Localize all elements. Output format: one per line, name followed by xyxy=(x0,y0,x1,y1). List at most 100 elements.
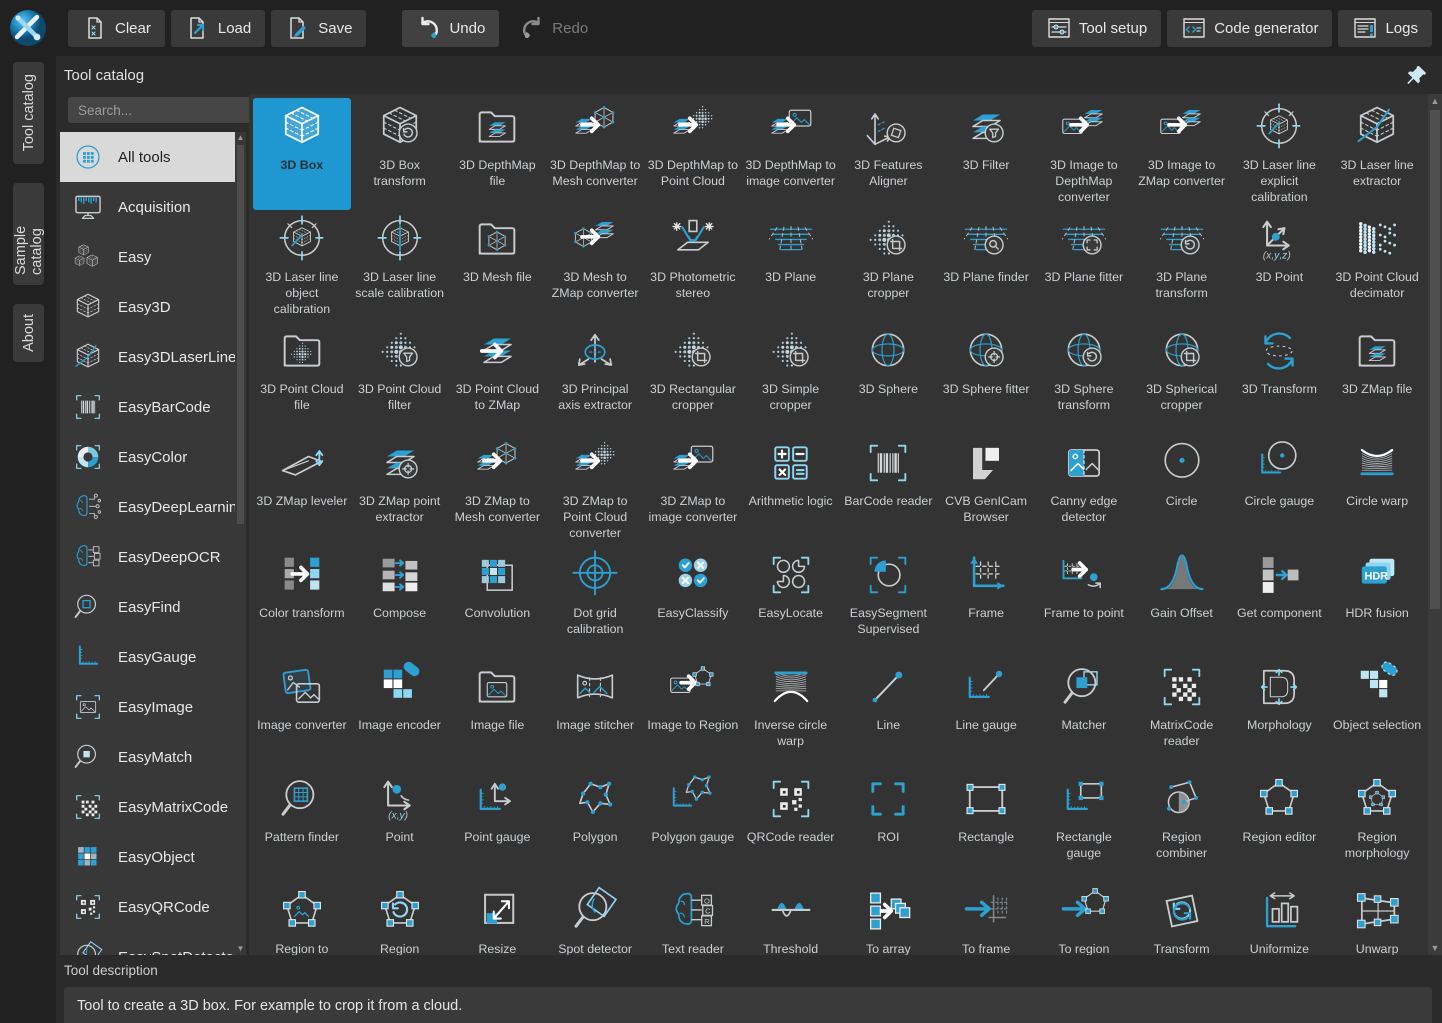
save-button[interactable]: Save xyxy=(271,10,366,47)
tool-tile-frame-to-point[interactable]: Frame to point xyxy=(1035,546,1133,658)
sidebar-item-easydeeplearning[interactable]: EasyDeepLearning xyxy=(60,482,246,532)
sidebar-item-easy3d[interactable]: Easy3D xyxy=(60,282,246,332)
tool-tile-barcode-reader[interactable]: BarCode reader xyxy=(840,434,938,546)
sidebar-item-all-tools[interactable]: All tools xyxy=(60,132,246,182)
tool-tile-canny-edge-detector[interactable]: Canny edge detector xyxy=(1035,434,1133,546)
tool-tile-spot-detector[interactable]: Spot detector xyxy=(546,882,644,955)
sidebar-item-easymatrixcode[interactable]: EasyMatrixCode xyxy=(60,782,246,832)
tool-tile-image-to-region[interactable]: Image to Region xyxy=(644,658,742,770)
tool-tile-3d-spherical-cropper[interactable]: 3D Spherical cropper xyxy=(1133,322,1231,434)
tool-tile-3d-photometric-stereo[interactable]: 3D Photometric stereo xyxy=(644,210,742,322)
pin-icon[interactable] xyxy=(1406,64,1428,86)
search-input[interactable] xyxy=(68,97,265,123)
tool-tile-circle[interactable]: Circle xyxy=(1133,434,1231,546)
tab-about[interactable]: About xyxy=(13,304,44,362)
tool-tile-3d-box[interactable]: 3D Box xyxy=(253,98,351,210)
tool-tile-rectangle-gauge[interactable]: Rectangle gauge xyxy=(1035,770,1133,882)
tool-tile-3d-mesh-file[interactable]: 3D Mesh file xyxy=(449,210,547,322)
tool-tile-easyclassify[interactable]: EasyClassify xyxy=(644,546,742,658)
tool-tile-circle-gauge[interactable]: Circle gauge xyxy=(1231,434,1329,546)
tool-tile-3d-laser-line-object-calibration[interactable]: 3D Laser line object calibration xyxy=(253,210,351,322)
tool-tile-polygon[interactable]: Polygon xyxy=(546,770,644,882)
tool-tile-convolution[interactable]: Convolution xyxy=(449,546,547,658)
sidebar-scroll-thumb[interactable] xyxy=(237,145,244,524)
tool-tile-3d-image-to-depthmap-converter[interactable]: 3D Image to DepthMap converter xyxy=(1035,98,1133,210)
tool-tile-point-gauge[interactable]: Point gauge xyxy=(449,770,547,882)
tool-tile-3d-features-aligner[interactable]: 3D Features Aligner xyxy=(840,98,938,210)
tool-tile-3d-point-cloud-decimator[interactable]: 3D Point Cloud decimator xyxy=(1328,210,1426,322)
tool-tile-image-converter[interactable]: Image converter xyxy=(253,658,351,770)
tool-tile-3d-sphere-transform[interactable]: 3D Sphere transform xyxy=(1035,322,1133,434)
sidebar-item-easyfind[interactable]: EasyFind xyxy=(60,582,246,632)
undo-button[interactable]: Undo xyxy=(402,10,499,47)
tool-tile-color-transform[interactable]: Color transform xyxy=(253,546,351,658)
sidebar-item-easymatch[interactable]: EasyMatch xyxy=(60,732,246,782)
tool-tile-uniformize[interactable]: Uniformize xyxy=(1231,882,1329,955)
tool-tile-3d-sphere-fitter[interactable]: 3D Sphere fitter xyxy=(937,322,1035,434)
tool-tile-region-morphology[interactable]: Region morphology xyxy=(1328,770,1426,882)
tool-tile-3d-plane[interactable]: 3D Plane xyxy=(742,210,840,322)
tool-tile-line[interactable]: Line xyxy=(840,658,938,770)
tab-tool-catalog[interactable]: Tool catalog xyxy=(13,62,44,164)
tool-tile-compose[interactable]: Compose xyxy=(351,546,449,658)
tool-tile-3d-mesh-to-zmap-converter[interactable]: 3D Mesh to ZMap converter xyxy=(546,210,644,322)
tool-tile-cvb-genicam-browser[interactable]: CVB GenICam Browser xyxy=(937,434,1035,546)
tool-tile-qrcode-reader[interactable]: QRCode reader xyxy=(742,770,840,882)
tab-sample-catalog[interactable]: Sample catalog xyxy=(13,183,44,285)
tool-tile-image-encoder[interactable]: Image encoder xyxy=(351,658,449,770)
tool-tile-image-file[interactable]: Image file xyxy=(449,658,547,770)
tool-tile-arithmetic-logic[interactable]: Arithmetic logic xyxy=(742,434,840,546)
tool-tile-object-selection[interactable]: Object selection xyxy=(1328,658,1426,770)
tool-tile-pattern-finder[interactable]: Pattern finder xyxy=(253,770,351,882)
sidebar-scrollbar[interactable]: ▲ ▼ xyxy=(235,132,246,955)
tool-tile-matcher[interactable]: Matcher xyxy=(1035,658,1133,770)
tool-tile-3d-point-cloud-filter[interactable]: 3D Point Cloud filter xyxy=(351,322,449,434)
tool-tile-3d-zmap-file[interactable]: 3D ZMap file xyxy=(1328,322,1426,434)
grid-scrollbar[interactable]: ▲ ▼ xyxy=(1428,94,1442,955)
tool-tile-3d-depthmap-to-mesh-converter[interactable]: 3D DepthMap to Mesh converter xyxy=(546,98,644,210)
tool-tile-image-stitcher[interactable]: Image stitcher xyxy=(546,658,644,770)
tool-tile-point[interactable]: (x,y)Point xyxy=(351,770,449,882)
tool-tile-3d-zmap-point-extractor[interactable]: 3D ZMap point extractor xyxy=(351,434,449,546)
tool-tile-3d-laser-line-scale-calibration[interactable]: 3D Laser line scale calibration xyxy=(351,210,449,322)
tool-tile-morphology[interactable]: Morphology xyxy=(1231,658,1329,770)
sidebar-item-easyobject[interactable]: EasyObject xyxy=(60,832,246,882)
tool-tile-rectangle[interactable]: Rectangle xyxy=(937,770,1035,882)
tool-tile-3d-point-cloud-file[interactable]: 3D Point Cloud file xyxy=(253,322,351,434)
tool-tile-line-gauge[interactable]: Line gauge xyxy=(937,658,1035,770)
redo-button[interactable]: Redo xyxy=(505,10,602,47)
tool-tile-3d-point[interactable]: (x,y,z)3D Point xyxy=(1231,210,1329,322)
clear-button[interactable]: Clear xyxy=(68,10,165,47)
tool-tile-3d-principal-axis-extractor[interactable]: 3D Principal axis extractor xyxy=(546,322,644,434)
tool-tile-3d-plane-fitter[interactable]: 3D Plane fitter xyxy=(1035,210,1133,322)
tool-tile-transform[interactable]: Transform xyxy=(1133,882,1231,955)
sidebar-item-easygauge[interactable]: EasyGauge xyxy=(60,632,246,682)
tool-tile-get-component[interactable]: Get component xyxy=(1231,546,1329,658)
grid-scroll-down-icon[interactable]: ▼ xyxy=(1428,941,1442,955)
tool-tile-easysegment-supervised[interactable]: EasySegment Supervised xyxy=(840,546,938,658)
sidebar-item-easycolor[interactable]: EasyColor xyxy=(60,432,246,482)
tool-tile-3d-depthmap-to-image-converter[interactable]: 3D DepthMap to image converter xyxy=(742,98,840,210)
tool-tile-3d-image-to-zmap-converter[interactable]: 3D Image to ZMap converter xyxy=(1133,98,1231,210)
scroll-down-icon[interactable]: ▼ xyxy=(235,943,246,955)
tool-tile-3d-zmap-leveler[interactable]: 3D ZMap leveler xyxy=(253,434,351,546)
code-generator-button[interactable]: Code generator xyxy=(1167,10,1332,47)
tool-tile-circle-warp[interactable]: Circle warp xyxy=(1328,434,1426,546)
tool-tile-3d-transform[interactable]: 3D Transform xyxy=(1231,322,1329,434)
tool-tile-3d-zmap-to-mesh-converter[interactable]: 3D ZMap to Mesh converter xyxy=(449,434,547,546)
tool-tile-3d-sphere[interactable]: 3D Sphere xyxy=(840,322,938,434)
tool-tile-dot-grid-calibration[interactable]: Dot grid calibration xyxy=(546,546,644,658)
sidebar-item-easyspotdetector[interactable]: EasySpotDetector xyxy=(60,932,246,955)
logs-button[interactable]: Logs xyxy=(1338,10,1432,47)
tool-tile-3d-depthmap-to-point-cloud[interactable]: 3D DepthMap to Point Cloud xyxy=(644,98,742,210)
tool-tile-3d-plane-cropper[interactable]: 3D Plane cropper xyxy=(840,210,938,322)
tool-tile-roi[interactable]: ROI xyxy=(840,770,938,882)
grid-scroll-thumb[interactable] xyxy=(1430,110,1440,609)
sidebar-item-acquisition[interactable]: Acquisition xyxy=(60,182,246,232)
tool-tile-text-reader[interactable]: OCRText reader xyxy=(644,882,742,955)
tool-tile-inverse-circle-warp[interactable]: Inverse circle warp xyxy=(742,658,840,770)
tool-tile-region[interactable]: Region xyxy=(351,882,449,955)
tool-tile-unwarp[interactable]: Unwarp xyxy=(1328,882,1426,955)
tool-tile-3d-depthmap-file[interactable]: 3D DepthMap file xyxy=(449,98,547,210)
tool-tile-3d-rectangular-cropper[interactable]: 3D Rectangular cropper xyxy=(644,322,742,434)
